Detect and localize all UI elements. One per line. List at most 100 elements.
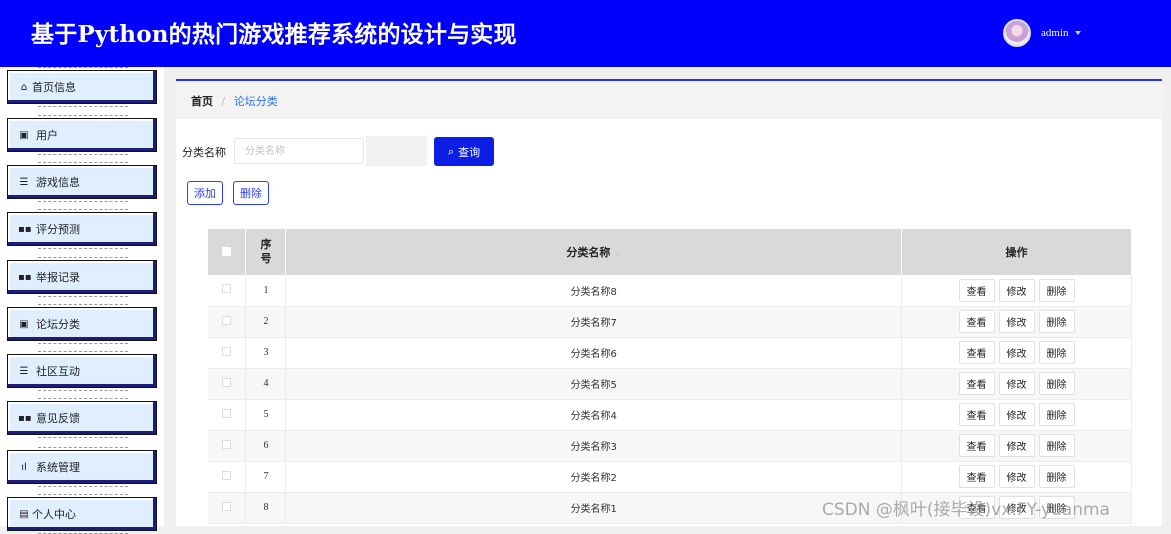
row-actions: 查看 修改 删除 — [901, 368, 1132, 400]
row-select-cell[interactable] — [208, 337, 247, 369]
view-button[interactable]: 查看 — [958, 372, 995, 395]
caret-down-icon[interactable] — [1074, 31, 1081, 35]
row-actions: 查看 修改 删除 — [901, 399, 1132, 431]
avatar[interactable] — [1003, 19, 1031, 47]
row-select-cell[interactable] — [208, 275, 247, 307]
add-button[interactable]: 添加 — [187, 181, 223, 205]
row-select-cell[interactable] — [208, 368, 247, 400]
sidebar-item[interactable]: ☰ 游戏信息 — [7, 162, 157, 202]
row-delete-button[interactable]: 删除 — [1038, 465, 1075, 488]
row-delete-button[interactable]: 删除 — [1038, 372, 1075, 395]
sidebar-item[interactable]: ▣ 论坛分类 — [7, 304, 157, 344]
query-button[interactable]: ⌕ 查询 — [434, 137, 494, 166]
row-checkbox[interactable] — [222, 377, 232, 387]
row-name: 分类名称5 — [285, 368, 903, 400]
view-button[interactable]: 查看 — [958, 434, 995, 457]
delete-button[interactable]: 删除 — [233, 181, 269, 205]
row-name: 分类名称6 — [285, 337, 903, 369]
row-index: 7 — [245, 461, 287, 493]
sidebar-item[interactable]: ▣ 用户 — [7, 115, 157, 155]
row-name: 分类名称4 — [285, 399, 903, 431]
view-button[interactable]: 查看 — [958, 465, 995, 488]
user-icon: ▣ — [19, 129, 29, 141]
table-body: 1 分类名称8 查看 修改 删除 2 分类名称7 查看 修改 删除 3 分类名称6 查看 修改 删除 4 分类名… — [208, 275, 1132, 524]
top-header: 基于Python的热门游戏推荐系统的设计与实现 admin — [0, 0, 1171, 67]
search-input[interactable] — [234, 138, 364, 164]
grid-icon: ▪▪ — [18, 223, 32, 235]
username[interactable]: admin — [1041, 27, 1069, 39]
profile-icon: ▤ — [19, 508, 29, 520]
row-index: 6 — [245, 430, 287, 462]
edit-button[interactable]: 修改 — [998, 310, 1035, 333]
sidebar-item-label: 社区互动 — [36, 365, 80, 378]
row-index: 2 — [245, 306, 287, 338]
row-delete-button[interactable]: 删除 — [1038, 403, 1075, 426]
app-title: 基于Python的热门游戏推荐系统的设计与实现 — [31, 21, 517, 48]
sidebar-item[interactable]: ıl 系统管理 — [7, 447, 157, 487]
sidebar-item-label: 论坛分类 — [36, 318, 80, 331]
row-index: 4 — [245, 368, 287, 400]
row-checkbox[interactable] — [222, 408, 232, 418]
row-select-cell[interactable] — [208, 399, 247, 431]
content-panel: 首页 / 论坛分类 分类名称 ⌕ 查询 添加 删除 序号 分类名称⇅ 操作 1分… — [176, 79, 1162, 526]
row-checkbox[interactable] — [222, 315, 232, 325]
row-name: 分类名称7 — [285, 306, 903, 338]
sidebar-item-label: 系统管理 — [36, 461, 80, 474]
breadcrumb-separator: / — [221, 95, 226, 108]
search-label: 分类名称 — [182, 146, 226, 159]
row-checkbox[interactable] — [222, 470, 232, 480]
edit-button[interactable]: 修改 — [998, 465, 1035, 488]
bar-chart-icon: ıl — [21, 461, 27, 473]
row-name: 分类名称1 — [285, 492, 903, 524]
row-delete-button[interactable]: 删除 — [1038, 278, 1075, 302]
row-actions: 查看 修改 删除 — [901, 461, 1132, 493]
row-select-cell[interactable] — [208, 306, 247, 338]
row-checkbox[interactable] — [222, 346, 232, 356]
edit-button[interactable]: 修改 — [998, 278, 1035, 302]
edit-button[interactable]: 修改 — [998, 403, 1035, 426]
edit-button[interactable]: 修改 — [998, 372, 1035, 395]
clipboard-icon: ▣ — [19, 318, 29, 330]
table-row: 5 分类名称4 查看 修改 删除 — [208, 399, 1132, 431]
sidebar-item[interactable]: ▪▪ 意见反馈 — [7, 398, 157, 438]
view-button[interactable]: 查看 — [958, 278, 995, 302]
row-actions: 查看 修改 删除 — [901, 430, 1132, 462]
row-index: 5 — [245, 399, 287, 431]
row-delete-button[interactable]: 删除 — [1038, 434, 1075, 457]
query-label: 查询 — [458, 145, 481, 159]
sidebar-item-label: 用户 — [36, 129, 58, 142]
index-header: 序号 — [245, 229, 287, 275]
row-select-cell[interactable] — [208, 430, 247, 462]
row-checkbox[interactable] — [222, 439, 232, 449]
view-button[interactable]: 查看 — [958, 310, 995, 333]
row-checkbox[interactable] — [222, 284, 232, 294]
select-all-cell[interactable] — [208, 229, 247, 275]
name-header[interactable]: 分类名称 ⇅ — [285, 229, 903, 275]
row-select-cell[interactable] — [208, 492, 247, 524]
sidebar-item[interactable]: ▪▪ 举报记录 — [7, 257, 157, 297]
edit-button[interactable]: 修改 — [998, 434, 1035, 457]
sidebar-item-label: 意见反馈 — [36, 412, 80, 425]
sidebar-item[interactable]: ⌂ 首页信息 — [7, 67, 157, 107]
list-icon: ☰ — [19, 365, 29, 377]
table-row: 7 分类名称2 查看 修改 删除 — [208, 461, 1132, 493]
row-name: 分类名称2 — [285, 461, 903, 493]
row-checkbox[interactable] — [222, 501, 232, 511]
breadcrumb: 首页 / 论坛分类 — [176, 81, 1162, 119]
row-select-cell[interactable] — [208, 461, 247, 493]
edit-button[interactable]: 修改 — [998, 341, 1035, 364]
breadcrumb-home[interactable]: 首页 — [191, 95, 213, 108]
home-icon: ⌂ — [20, 81, 28, 93]
view-button[interactable]: 查看 — [958, 403, 995, 426]
sidebar-item[interactable]: ☰ 社区互动 — [7, 351, 157, 391]
table-header-row: 序号 分类名称 ⇅ 操作 — [208, 229, 1132, 275]
sort-icon[interactable]: ⇅ — [614, 249, 621, 258]
user-menu[interactable]: admin — [1003, 19, 1081, 47]
sidebar-item[interactable]: ▪▪ 评分预测 — [7, 209, 157, 249]
row-delete-button[interactable]: 删除 — [1038, 341, 1075, 364]
view-button[interactable]: 查看 — [958, 341, 995, 364]
sidebar: ⌂ 首页信息 ▣ 用户 ☰ 游戏信息 ▪▪ 评分预测 ▪▪ 举报记录 ▣ 论坛分类 ☰ 社区互动 ▪▪ 意见反… — [0, 67, 164, 534]
row-delete-button[interactable]: 删除 — [1038, 310, 1075, 333]
select-all-checkbox[interactable] — [222, 246, 232, 256]
row-actions: 查看 修改 删除 — [901, 306, 1132, 338]
